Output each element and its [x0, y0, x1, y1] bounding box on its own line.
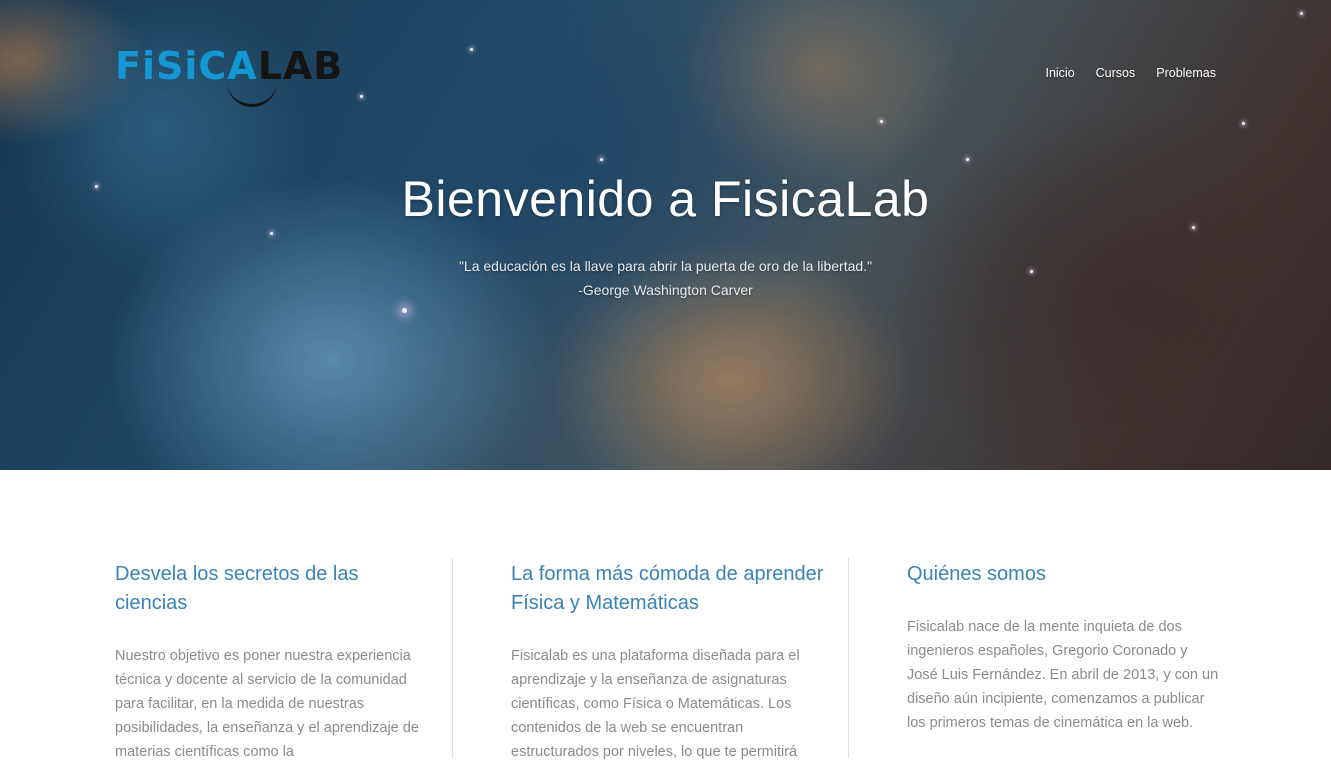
star: [600, 158, 603, 161]
main-nav: Inicio Cursos Problemas: [1045, 66, 1216, 80]
fisicalab-logo[interactable]: FiSiCALAB: [115, 44, 342, 107]
intro-columns: Desvela los secretos de las ciencias Nue…: [0, 470, 1331, 760]
star: [1242, 122, 1245, 125]
column-quienes-somos: Quiénes somos Fisicalab nace de la mente…: [907, 560, 1222, 735]
column-secretos: Desvela los secretos de las ciencias Nue…: [115, 560, 430, 764]
quote-text: "La educación es la llave para abrir la …: [458, 258, 873, 274]
column-text: Fisicalab nace de la mente inquieta de d…: [907, 619, 1219, 731]
logo-arc-icon: [227, 72, 277, 107]
column-text: Fisicalab es una plataforma diseñada par…: [511, 648, 800, 760]
star: [1300, 12, 1303, 15]
nav-problemas[interactable]: Problemas: [1156, 66, 1216, 80]
star: [360, 95, 363, 98]
column-divider: [452, 558, 453, 758]
column-title: Desvela los secretos de las ciencias: [115, 563, 359, 614]
quote-author: -George Washington Carver: [578, 282, 753, 298]
column-title: Quiénes somos: [907, 563, 1046, 585]
hero-banner: FiSiCALAB Inicio Cursos Problemas Bienve…: [0, 0, 1331, 470]
star: [470, 48, 473, 51]
hero-quote: "La educación es la llave para abrir la …: [0, 254, 1331, 302]
nav-cursos[interactable]: Cursos: [1096, 66, 1136, 80]
column-divider: [848, 558, 849, 758]
hero-title: Bienvenido a FisicaLab: [401, 171, 930, 227]
column-forma-comoda: La forma más cómoda de aprender Física y…: [511, 560, 826, 764]
column-title: La forma más cómoda de aprender Física y…: [511, 563, 824, 614]
star: [402, 308, 407, 313]
star: [966, 158, 969, 161]
column-text: Nuestro objetivo es poner nuestra experi…: [115, 648, 419, 760]
star: [880, 120, 883, 123]
star: [270, 232, 273, 235]
nav-inicio[interactable]: Inicio: [1045, 66, 1074, 80]
